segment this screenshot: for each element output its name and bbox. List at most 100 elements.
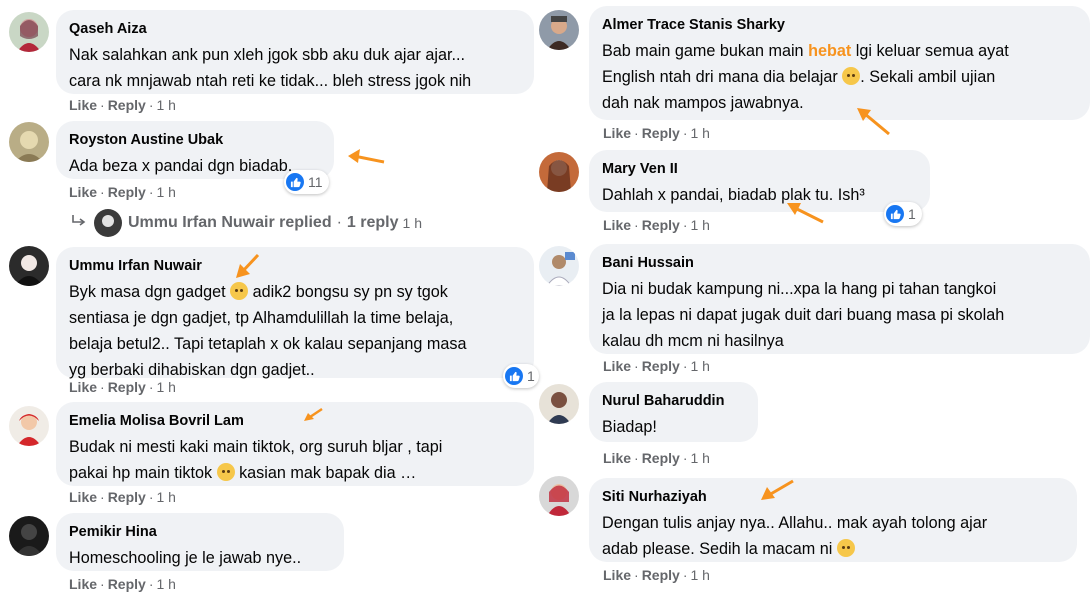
comment-actions: Like · Reply · 1 h (603, 567, 710, 583)
timestamp[interactable]: 1 h (690, 567, 709, 583)
like-button[interactable]: Like (69, 184, 97, 200)
comment-author[interactable]: Mary Ven II (602, 160, 916, 178)
like-button[interactable]: Like (603, 358, 631, 374)
avatar[interactable] (539, 152, 579, 192)
reply-button[interactable]: Reply (642, 567, 680, 583)
comment-actions: Like · Reply · 1 h (69, 489, 176, 505)
avatar[interactable] (539, 384, 579, 424)
comment-almer: Almer Trace Stanis Sharky Bab main game … (535, 0, 1090, 148)
comment-text: Homeschooling je le jawab nye.. (69, 549, 302, 567)
comment-actions: Like · Reply · 1 h (69, 97, 176, 113)
like-button[interactable]: Like (69, 489, 97, 505)
avatar[interactable] (9, 246, 49, 286)
comment-text: Nak salahkan ank pun xleh jgok sbb aku d… (69, 46, 472, 90)
view-replies-link[interactable]: Ummu Irfan Nuwair replied · 1 reply 1 h (70, 209, 422, 237)
avatar[interactable] (539, 476, 579, 516)
comment-text: Bab main game bukan main hebat lgi kelua… (602, 42, 1009, 112)
comment-bubble: Qaseh Aiza Nak salahkan ank pun xleh jgo… (56, 10, 534, 94)
like-icon (886, 205, 904, 223)
comment-siti: Siti Nurhaziyah Dengan tulis anjay nya..… (535, 470, 1090, 600)
comment-text: Dengan tulis anjay nya.. Allahu.. mak ay… (602, 514, 988, 558)
like-button[interactable]: Like (69, 379, 97, 395)
annotation-arrow-icon (236, 253, 260, 278)
avatar[interactable] (9, 406, 49, 446)
comment-pemikir-hina: Pemikir Hina Homeschooling je le jawab n… (0, 510, 540, 600)
comment-author[interactable]: Royston Austine Ubak (69, 131, 320, 149)
reply-button[interactable]: Reply (108, 379, 146, 395)
reply-button[interactable]: Reply (642, 217, 680, 233)
comment-text: Budak ni mesti kaki main tiktok, org sur… (69, 438, 443, 482)
avatar[interactable] (539, 10, 579, 50)
emoji-pleading-icon (216, 463, 235, 481)
comment-author[interactable]: Siti Nurhaziyah (602, 488, 1063, 506)
comment-qaseh-aiza: Qaseh Aiza Nak salahkan ank pun xleh jgo… (0, 0, 540, 120)
like-button[interactable]: Like (603, 450, 631, 466)
timestamp[interactable]: 1 h (690, 217, 709, 233)
like-icon (505, 367, 523, 385)
comment-author[interactable]: Almer Trace Stanis Sharky (602, 16, 1076, 34)
avatar[interactable] (9, 516, 49, 556)
reply-button[interactable]: Reply (642, 125, 680, 141)
emoji-pensive-icon (230, 282, 249, 300)
timestamp[interactable]: 1 h (156, 97, 175, 113)
comment-bubble: Almer Trace Stanis Sharky Bab main game … (589, 6, 1090, 120)
timestamp[interactable]: 1 h (156, 489, 175, 505)
reply-button[interactable]: Reply (642, 358, 680, 374)
timestamp[interactable]: 1 h (156, 379, 175, 395)
avatar[interactable] (9, 12, 49, 52)
reply-button[interactable]: Reply (108, 576, 146, 592)
comment-author[interactable]: Emelia Molisa Bovril Lam (69, 412, 520, 430)
reaction-count[interactable]: 11 (284, 170, 329, 194)
avatar (94, 209, 122, 237)
comment-bani-hussain: Bani Hussain Dia ni budak kampung ni...x… (535, 240, 1090, 380)
comment-author[interactable]: Ummu Irfan Nuwair (69, 257, 520, 275)
comment-bubble: Siti Nurhaziyah Dengan tulis anjay nya..… (589, 478, 1077, 562)
timestamp[interactable]: 1 h (156, 576, 175, 592)
comment-actions: Like · Reply · 1 h (603, 358, 710, 374)
reply-arrow-icon (70, 214, 86, 233)
comment-author[interactable]: Nurul Baharuddin (602, 392, 744, 410)
reply-button[interactable]: Reply (642, 450, 680, 466)
comment-ummu-irfan: Ummu Irfan Nuwair Byk masa dgn gadget ad… (0, 240, 540, 400)
comment-actions: Like · Reply · 1 h (69, 184, 176, 200)
like-button[interactable]: Like (603, 567, 631, 583)
comment-author[interactable]: Bani Hussain (602, 254, 1076, 272)
comment-actions: Like · Reply · 1 h (69, 576, 176, 592)
comment-emelia: Emelia Molisa Bovril Lam Budak ni mesti … (0, 400, 540, 510)
avatar[interactable] (539, 246, 579, 286)
comment-bubble: Bani Hussain Dia ni budak kampung ni...x… (589, 244, 1090, 354)
annotation-arrow-icon (761, 479, 794, 500)
emoji-pleading-icon (836, 539, 855, 557)
comment-bubble: Emelia Molisa Bovril Lam Budak ni mesti … (56, 402, 534, 486)
timestamp[interactable]: 1 h (690, 125, 709, 141)
avatar[interactable] (9, 122, 49, 162)
timestamp[interactable]: 1 h (156, 184, 175, 200)
comment-actions: Like · Reply · 1 h (603, 125, 710, 141)
comment-mary-ven: Mary Ven II Dahlah x pandai, biadab plak… (535, 148, 1090, 240)
comment-text: Biadap! (602, 418, 657, 436)
reply-button[interactable]: Reply (108, 184, 146, 200)
like-button[interactable]: Like (69, 97, 97, 113)
like-button[interactable]: Like (69, 576, 97, 592)
comment-text: Dia ni budak kampung ni...xpa la hang pi… (602, 280, 1005, 350)
like-button[interactable]: Like (603, 125, 631, 141)
reaction-count[interactable]: 1 (884, 202, 922, 226)
comment-bubble: Mary Ven II Dahlah x pandai, biadab plak… (589, 150, 930, 212)
reply-button[interactable]: Reply (108, 97, 146, 113)
comment-nurul: Nurul Baharuddin Biadap! Like · Reply · 1 h (535, 380, 1090, 470)
comment-author[interactable]: Qaseh Aiza (69, 20, 520, 38)
timestamp[interactable]: 1 h (690, 450, 709, 466)
comment-actions: Like · Reply · 1 h (69, 379, 176, 395)
reaction-count[interactable]: 1 (503, 364, 539, 388)
comment-author[interactable]: Pemikir Hina (69, 523, 330, 541)
like-icon (286, 173, 304, 191)
like-button[interactable]: Like (603, 217, 631, 233)
emoji-grinning-icon (842, 67, 861, 85)
comment-royston: Royston Austine Ubak Ada beza x pandai d… (0, 120, 540, 210)
comment-actions: Like · Reply · 1 h (603, 217, 710, 233)
reply-button[interactable]: Reply (108, 489, 146, 505)
timestamp[interactable]: 1 h (690, 358, 709, 374)
comment-text: Dahlah x pandai, biadab plak tu. Ish³ (602, 186, 865, 204)
comment-text: Byk masa dgn gadget adik2 bongsu sy pn s… (69, 282, 467, 379)
comment-text: Ada beza x pandai dgn biadab. (69, 157, 293, 175)
